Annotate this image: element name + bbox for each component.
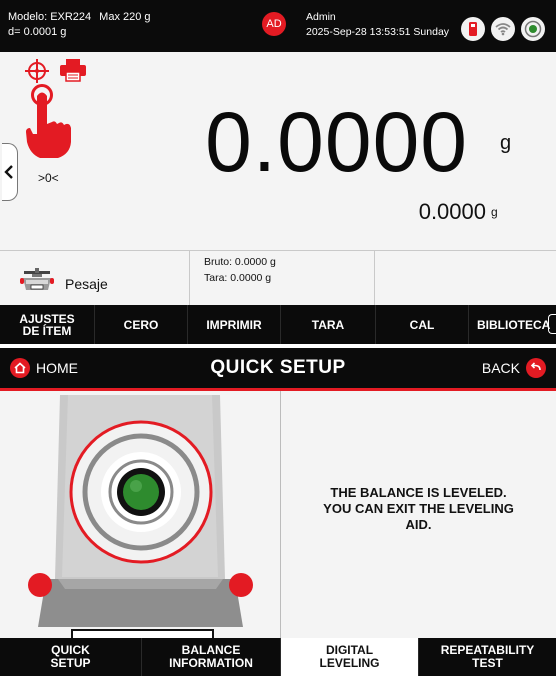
usb-icon[interactable] <box>461 17 485 41</box>
zero-indicator: >0< <box>38 171 59 185</box>
gross-tare-info: Bruto: 0.0000 g Tara: 0.0000 g <box>190 251 375 306</box>
weighing-screen: Modelo: EXR224 Max 220 g d= 0.0001 g AD A… <box>0 0 556 344</box>
touch-hand-icon[interactable] <box>24 84 74 160</box>
tab-digital-leveling[interactable]: DIGITAL LEVELING <box>281 638 419 676</box>
level-bubble-icon[interactable] <box>521 17 545 41</box>
user-avatar[interactable]: AD <box>262 12 286 36</box>
back-button[interactable]: BACK <box>482 358 546 378</box>
back-arrow-icon <box>526 358 546 378</box>
info-empty-cell <box>375 251 556 306</box>
date-time: 2025-Sep-28 13:53:51 Sunday <box>306 26 450 38</box>
main-weight-unit[interactable]: g <box>500 132 511 155</box>
side-drawer-tab[interactable] <box>2 143 18 201</box>
level-status-panel: THE BALANCE IS LEVELED. YOU CAN EXIT THE… <box>281 391 556 638</box>
application-name: Pesaje <box>65 276 108 292</box>
quick-setup-body: 0.000g THE BALANCE IS LEVELED. YOU CAN E… <box>0 391 556 665</box>
readability-label: d= 0.0001 g <box>8 26 67 38</box>
balance-level-illustration <box>28 395 253 627</box>
capacity-label: Max 220 g <box>99 11 151 23</box>
tab-balance-information[interactable]: BALANCE INFORMATION <box>142 638 281 676</box>
softkey-bar: AJUSTES DE ÍTEM CERO IMPRIMIR TARA CAL BI… <box>0 305 556 344</box>
cal-button[interactable]: CAL <box>376 305 469 344</box>
level-status-message: THE BALANCE IS LEVELED. YOU CAN EXIT THE… <box>323 485 514 532</box>
balance-scale-icon <box>20 268 54 290</box>
gross-value: Bruto: 0.0000 g <box>204 256 276 268</box>
secondary-weight-value: 0.0000 <box>418 199 486 224</box>
status-bar: Modelo: EXR224 Max 220 g d= 0.0001 g AD A… <box>0 0 556 52</box>
main-weight-value: 0.0000 <box>205 95 468 189</box>
tare-value: Tara: 0.0000 g <box>204 272 272 284</box>
printer-icon[interactable] <box>59 58 87 82</box>
info-row: Pesaje Bruto: 0.0000 g Tara: 0.0000 g <box>0 250 556 306</box>
user-name: Admin <box>306 11 336 23</box>
digital-level-panel: 0.000g <box>0 391 281 665</box>
wifi-icon[interactable] <box>491 17 515 41</box>
zero-button[interactable]: CERO <box>95 305 188 344</box>
quick-setup-header: HOME QUICK SETUP BACK <box>0 348 556 388</box>
chevron-left-icon <box>4 165 13 179</box>
softkey-scroll-handle[interactable] <box>548 314 556 334</box>
page-title: QUICK SETUP <box>210 357 346 378</box>
library-button[interactable]: BIBLIOTECA <box>469 305 556 344</box>
tab-quick-setup[interactable]: QUICK SETUP <box>0 638 142 676</box>
tare-button[interactable]: TARA <box>281 305 376 344</box>
item-settings-button[interactable]: AJUSTES DE ÍTEM <box>0 305 95 344</box>
quick-setup-screen: HOME QUICK SETUP BACK THE BALANCE IS LEV… <box>0 348 556 676</box>
tab-repeatability-test[interactable]: REPEATABILITY TEST <box>419 638 556 676</box>
model-label: Modelo: EXR224 <box>8 11 92 23</box>
quick-setup-tabs: QUICK SETUP BALANCE INFORMATION DIGITAL LEV… <box>0 638 556 676</box>
application-selector[interactable]: Pesaje <box>0 251 190 306</box>
crosshair-icon[interactable] <box>24 58 50 84</box>
secondary-weight-unit: g <box>491 205 498 219</box>
print-button[interactable]: IMPRIMIR <box>188 305 281 344</box>
